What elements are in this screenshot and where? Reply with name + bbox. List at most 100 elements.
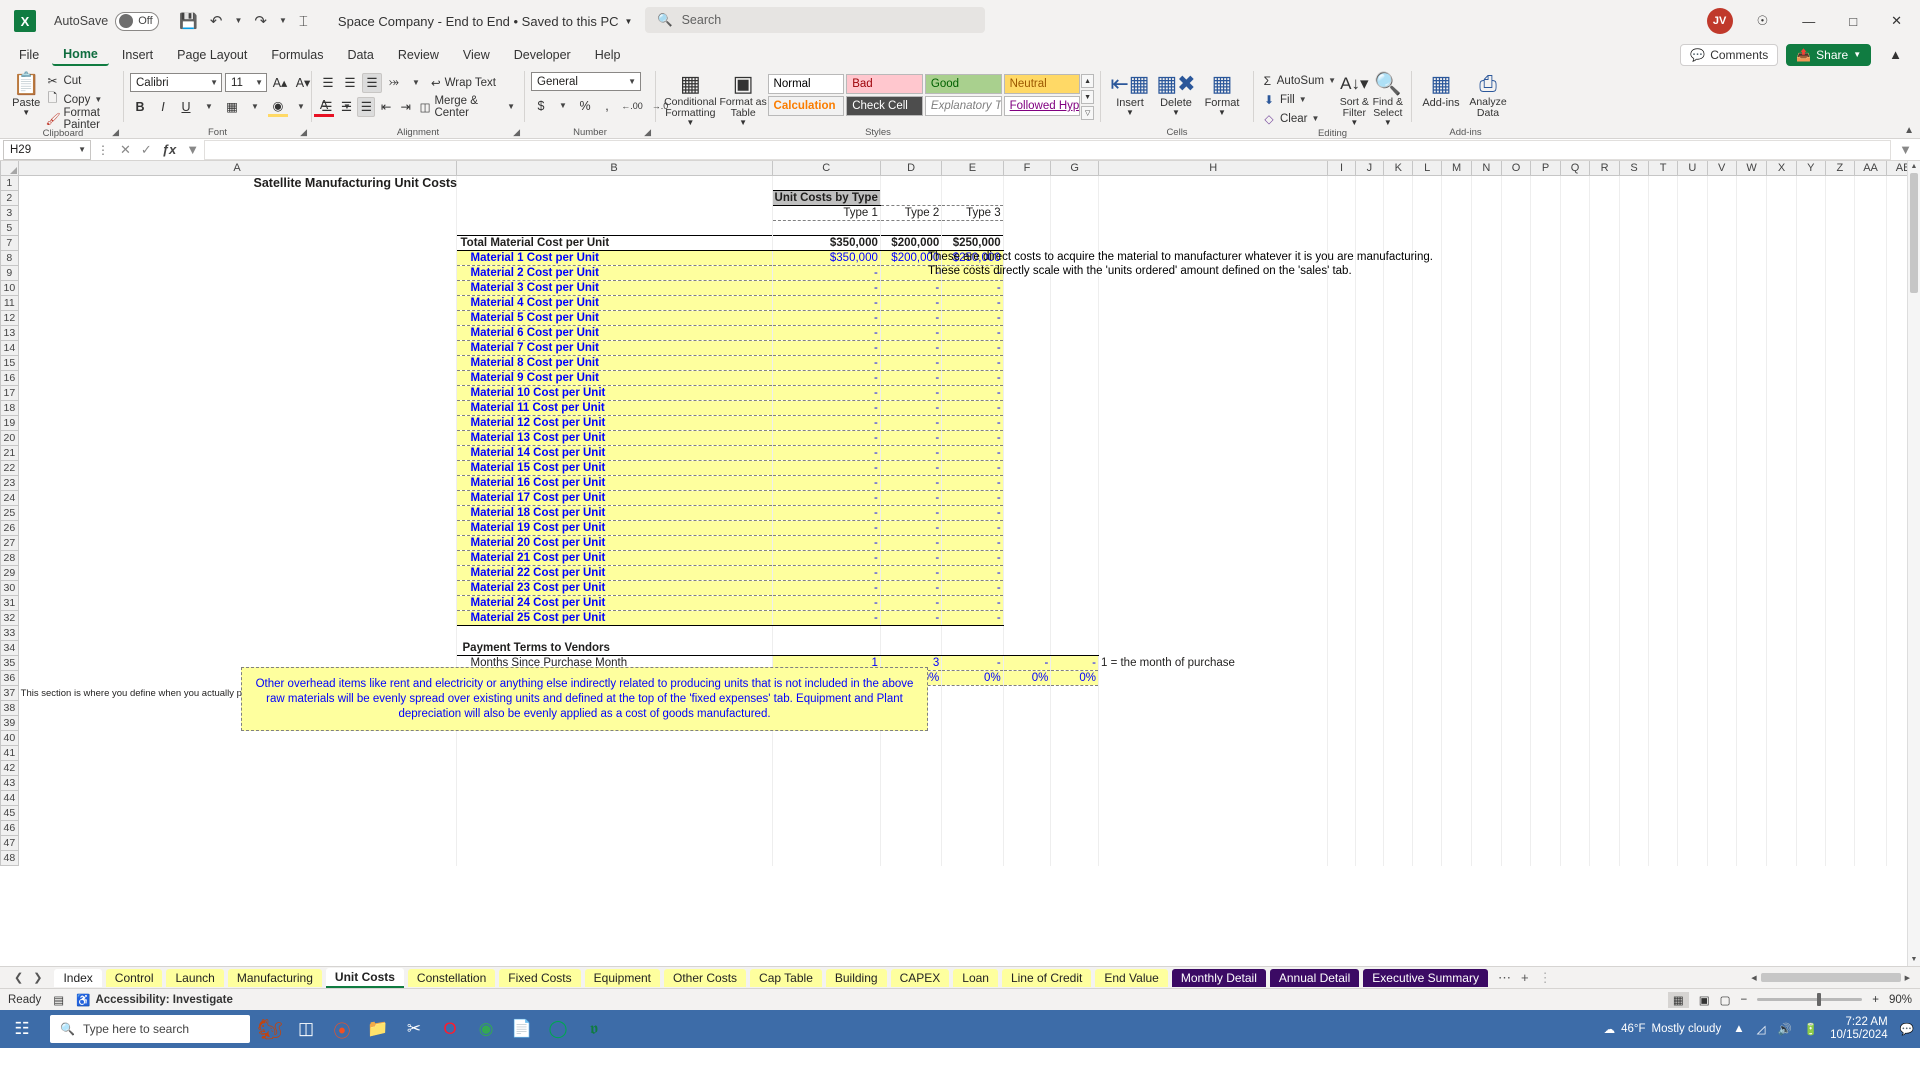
cell-N27[interactable] [1471, 535, 1502, 551]
cell-material-label-3[interactable]: Material 3 Cost per Unit [455, 280, 773, 296]
cell-I25[interactable] [1327, 505, 1356, 521]
cell-N35[interactable] [1471, 655, 1502, 671]
cell-W12[interactable] [1736, 310, 1768, 326]
cell-A40[interactable] [18, 730, 457, 746]
wrap-text-button[interactable]: ↩ Wrap Text [428, 73, 499, 92]
cell-H32[interactable] [1098, 610, 1329, 626]
cell-R36[interactable] [1589, 670, 1620, 686]
cell-V39[interactable] [1707, 715, 1737, 731]
cell-N3[interactable] [1471, 205, 1502, 221]
sheet-next-icon[interactable]: ❯ [33, 971, 42, 984]
cell-T33[interactable] [1648, 625, 1679, 641]
cell-R24[interactable] [1589, 490, 1620, 506]
cell-W21[interactable] [1736, 445, 1768, 461]
cell-M46[interactable] [1441, 820, 1473, 836]
cell-months-3[interactable]: - [941, 655, 1004, 671]
cell-I23[interactable] [1327, 475, 1356, 491]
cell-AA33[interactable] [1854, 625, 1888, 641]
cell-material-11-type1[interactable]: - [771, 400, 881, 416]
cell-Z19[interactable] [1825, 415, 1855, 431]
cell-V8[interactable] [1707, 250, 1737, 266]
cell-M3[interactable] [1441, 205, 1473, 221]
cell-V14[interactable] [1707, 340, 1737, 356]
cell-R23[interactable] [1589, 475, 1620, 491]
styles-scroll-down-icon[interactable]: ▼ [1081, 90, 1094, 104]
cell-material-label-10[interactable]: Material 10 Cost per Unit [455, 385, 773, 401]
cell-Q32[interactable] [1560, 610, 1591, 626]
paste-button[interactable]: 📋 Paste ▼ [9, 70, 43, 117]
cell-material-7-type2[interactable]: - [880, 340, 943, 356]
cell-I32[interactable] [1327, 610, 1356, 626]
borders-dropdown-icon[interactable]: ▼ [245, 97, 265, 117]
cell-F26[interactable] [1003, 520, 1052, 536]
cell-N5[interactable] [1471, 220, 1502, 236]
clipboard-dialog-launcher[interactable]: ◢ [112, 127, 119, 138]
cell-J36[interactable] [1355, 670, 1385, 686]
sheet-tab-executive-summary[interactable]: Executive Summary [1363, 968, 1488, 987]
page-layout-icon[interactable]: ▣ [1699, 993, 1710, 1007]
cell-X15[interactable] [1766, 355, 1797, 371]
cell-J20[interactable] [1355, 430, 1385, 446]
ribbon-collapse-chevron-icon[interactable]: ▲ [1904, 125, 1914, 136]
cell-F14[interactable] [1003, 340, 1052, 356]
sheet-tab-annual-detail[interactable]: Annual Detail [1269, 968, 1360, 987]
zoom-level-label[interactable]: 90% [1889, 994, 1912, 1006]
cell-P9[interactable] [1530, 265, 1561, 281]
column-header-N[interactable]: N [1471, 161, 1502, 176]
cell-AA20[interactable] [1854, 430, 1888, 446]
cell-K25[interactable] [1383, 505, 1414, 521]
cell-O34[interactable] [1501, 640, 1532, 656]
cell-material-label-18[interactable]: Material 18 Cost per Unit [455, 505, 773, 521]
cell-Z28[interactable] [1825, 550, 1855, 566]
cell-P10[interactable] [1530, 280, 1561, 296]
cell-Q33[interactable] [1560, 625, 1591, 641]
comments-button[interactable]: 💬 Comments [1680, 43, 1779, 66]
cell-S43[interactable] [1619, 775, 1650, 791]
cell-F13[interactable] [1003, 325, 1052, 341]
cell-N48[interactable] [1471, 850, 1502, 866]
cell-P37[interactable] [1530, 685, 1561, 701]
cell-K31[interactable] [1383, 595, 1414, 611]
cell-Y37[interactable] [1796, 685, 1826, 701]
currency-format-icon[interactable]: $ [531, 96, 551, 116]
cell-L47[interactable] [1412, 835, 1443, 851]
cell-M2[interactable] [1441, 190, 1473, 206]
cell-Q5[interactable] [1560, 220, 1591, 236]
cell-S18[interactable] [1619, 400, 1650, 416]
cell-Z39[interactable] [1825, 715, 1855, 731]
cell-H38[interactable] [1098, 700, 1329, 716]
notifications-icon[interactable]: 💬 [1900, 1022, 1914, 1036]
cell-F39[interactable] [1003, 715, 1052, 731]
cell-V38[interactable] [1707, 700, 1737, 716]
cell-N36[interactable] [1471, 670, 1502, 686]
cell-W29[interactable] [1736, 565, 1768, 581]
cell-X27[interactable] [1766, 535, 1797, 551]
cell-D42[interactable] [880, 760, 943, 776]
cell-W25[interactable] [1736, 505, 1768, 521]
cell-J17[interactable] [1355, 385, 1385, 401]
cell-U46[interactable] [1677, 820, 1708, 836]
cell-J46[interactable] [1355, 820, 1385, 836]
cell-X22[interactable] [1766, 460, 1797, 476]
cell-material-13-type1[interactable]: - [771, 430, 881, 446]
cell-I11[interactable] [1327, 295, 1356, 311]
cell-S44[interactable] [1619, 790, 1650, 806]
cell-D45[interactable] [880, 805, 943, 821]
cell-C5[interactable] [772, 220, 881, 236]
styles-more-icon[interactable]: ▽ [1081, 106, 1094, 120]
cell-Z11[interactable] [1825, 295, 1855, 311]
cell-Z5[interactable] [1825, 220, 1855, 236]
cell-T3[interactable] [1648, 205, 1679, 221]
cell-N14[interactable] [1471, 340, 1502, 356]
cell-K47[interactable] [1383, 835, 1414, 851]
cell-G3[interactable] [1050, 205, 1099, 221]
cell-material-8-type2[interactable]: - [880, 355, 943, 371]
cell-AA36[interactable] [1854, 670, 1888, 686]
cell-S33[interactable] [1619, 625, 1650, 641]
cell-O38[interactable] [1501, 700, 1532, 716]
cell-G43[interactable] [1050, 775, 1099, 791]
cell-material-label-22[interactable]: Material 22 Cost per Unit [455, 565, 773, 581]
cell-U38[interactable] [1677, 700, 1708, 716]
column-header-U[interactable]: U [1677, 161, 1708, 176]
cell-months-note[interactable]: 1 = the month of purchase [1098, 655, 1329, 671]
